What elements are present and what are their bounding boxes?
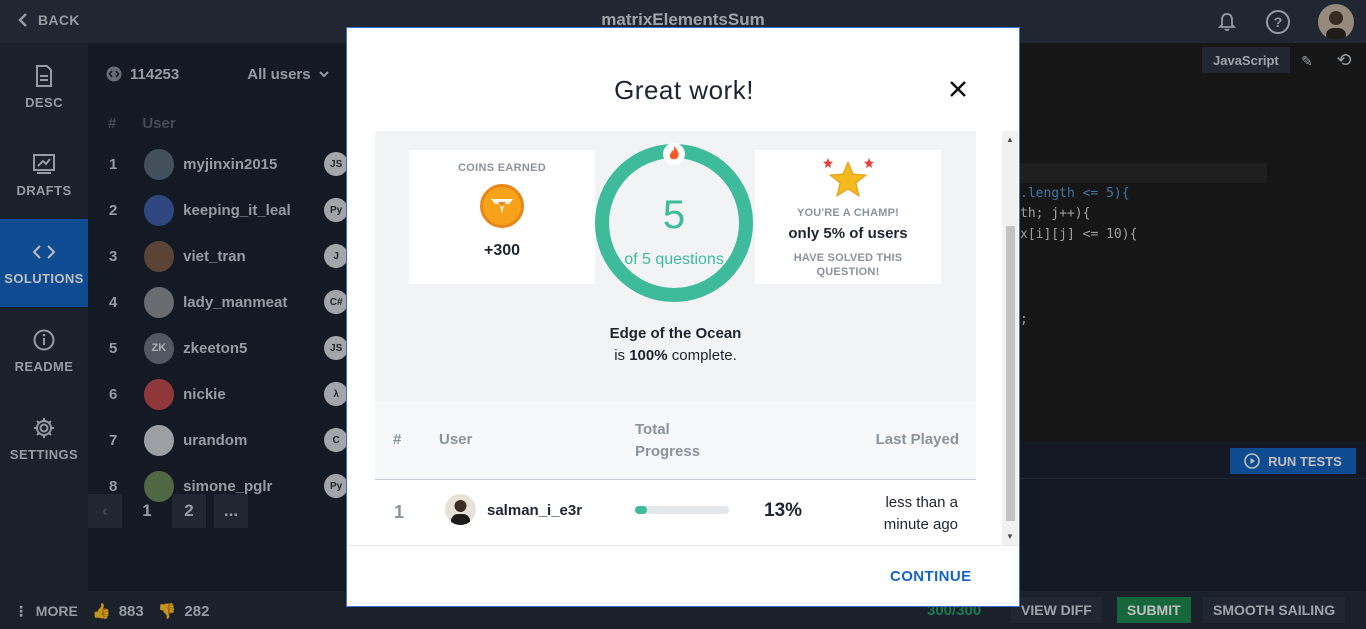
lb-progress-fill bbox=[635, 506, 648, 514]
champ-subtext: HAVE SOLVED THIS QUESTION! bbox=[793, 252, 903, 278]
leaderboard-header: # User Total Progress Last Played bbox=[375, 401, 976, 480]
lb-rank: 1 bbox=[394, 502, 405, 522]
scroll-up-arrow[interactable]: ▲ bbox=[1006, 135, 1014, 144]
champ-heading: YOU'RE A CHAMP! bbox=[797, 207, 899, 219]
completion-modal: Great work! COINS EARNED +300 5 of 5 que… bbox=[346, 27, 1020, 607]
topic-percent: 100% bbox=[629, 347, 668, 364]
modal-scrollbar[interactable]: ▲ ▼ bbox=[1002, 131, 1018, 545]
coin-icon bbox=[480, 184, 524, 228]
lb-col-last-played: Last Played bbox=[875, 431, 959, 448]
close-icon[interactable] bbox=[947, 78, 969, 100]
coins-label: COINS EARNED bbox=[458, 162, 546, 174]
lb-last-played: less than a minute ago bbox=[883, 494, 958, 533]
lb-user: salman_i_e3r bbox=[487, 502, 583, 519]
avatar bbox=[445, 494, 476, 525]
scroll-down-arrow[interactable]: ▼ bbox=[1006, 532, 1014, 541]
topic-name: Edge of the Ocean bbox=[609, 325, 742, 342]
lb-col-user: User bbox=[439, 431, 473, 448]
topic-status: Edge of the Ocean is 100% complete. bbox=[609, 325, 742, 364]
lb-progress-bar bbox=[635, 506, 729, 514]
champ-card: YOU'RE A CHAMP! only 5% of users HAVE SO… bbox=[755, 150, 941, 284]
star-icon bbox=[823, 158, 874, 198]
scrollbar-thumb[interactable] bbox=[1006, 226, 1015, 521]
leaderboard-row[interactable]: 1 salman_i_e3r 13% less than a minute ag… bbox=[375, 480, 976, 545]
lb-col-rank: # bbox=[393, 431, 402, 448]
coins-card: COINS EARNED +300 bbox=[409, 150, 595, 284]
coins-value: +300 bbox=[483, 242, 521, 259]
modal-scroll-area[interactable]: COINS EARNED +300 5 of 5 questions YOU'R… bbox=[375, 131, 976, 545]
modal-divider bbox=[347, 545, 1019, 546]
lb-col-progress: Total Progress bbox=[635, 421, 701, 460]
modal-title: Great work! bbox=[614, 75, 754, 105]
champ-stat: only 5% of users bbox=[788, 225, 908, 242]
questions-total: of 5 questions bbox=[624, 251, 724, 268]
continue-button[interactable]: CONTINUE bbox=[890, 568, 972, 585]
lb-progress-text: 13% bbox=[764, 500, 803, 521]
stats-section: COINS EARNED +300 5 of 5 questions YOU'R… bbox=[375, 131, 976, 401]
questions-done: 5 bbox=[662, 193, 686, 237]
